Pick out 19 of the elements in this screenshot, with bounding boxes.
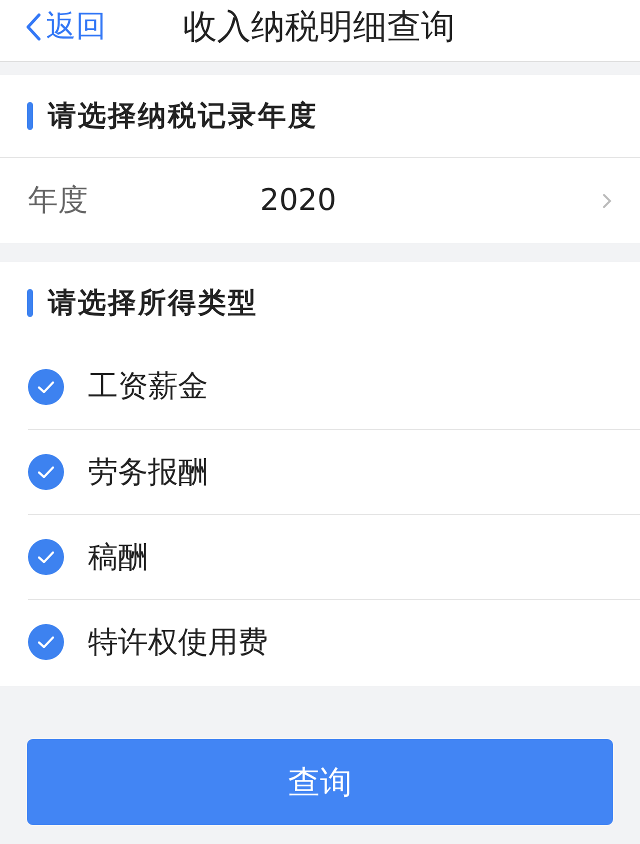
chevron-left-icon — [24, 12, 42, 42]
income-type-label[interactable]: 工资薪金 — [88, 364, 208, 409]
income-type-label[interactable]: 劳务报酬 — [88, 450, 208, 494]
section-title: 请选择所得类型 — [48, 285, 258, 321]
income-type-label[interactable]: 特许权使用费 — [88, 620, 268, 664]
back-button[interactable]: 返回 — [24, 4, 106, 49]
checked-circle-icon[interactable] — [28, 624, 64, 660]
income-type-label[interactable]: 稿酬 — [88, 534, 148, 580]
chevron-right-icon — [602, 192, 612, 208]
checked-circle-icon[interactable] — [28, 539, 64, 575]
checked-circle-icon[interactable] — [28, 454, 64, 490]
section-title: 请选择纳税记录年度 — [48, 98, 318, 134]
title-accent-bar — [27, 289, 33, 317]
title-accent-bar — [27, 102, 33, 130]
checked-circle-icon[interactable] — [28, 368, 64, 404]
query-button[interactable]: 查询 — [27, 739, 613, 825]
year-selector[interactable]: 2020 — [260, 178, 612, 223]
year-label: 年度 — [28, 182, 89, 220]
page-title: 收入纳税明细查询 — [183, 6, 455, 49]
